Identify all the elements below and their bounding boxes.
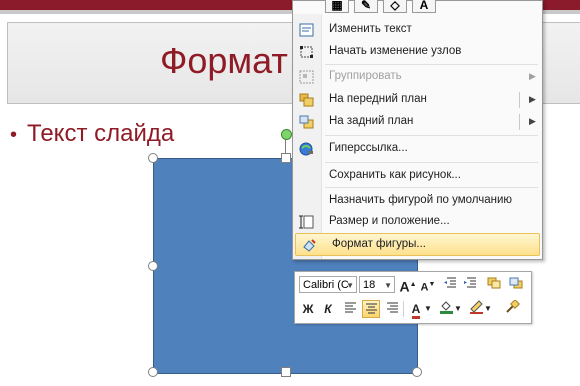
submenu-arrow-icon: ▶	[529, 71, 536, 81]
split-divider	[519, 114, 520, 130]
menu-separator	[325, 135, 538, 136]
menu-item-label: Формат фигуры...	[332, 238, 426, 250]
paint-bucket-icon	[439, 301, 453, 314]
mini-toolbar: Calibri (С ▼ 18 ▼ A▲ A▼ Ж К A ▼ ▼ ▼	[294, 271, 532, 324]
resize-handle-bottom-right[interactable]	[412, 367, 422, 377]
resize-handle-bottom[interactable]	[281, 367, 291, 377]
edit-text-icon	[299, 23, 314, 37]
menu-item-send-to-back[interactable]: На задний план ▶	[293, 111, 542, 133]
format-painter-button[interactable]	[503, 299, 521, 318]
font-size-combo[interactable]: 18 ▼	[359, 276, 395, 293]
font-color-icon: A	[411, 303, 421, 319]
edit-points-icon	[300, 46, 313, 58]
align-right-button[interactable]	[383, 300, 401, 318]
shrink-font-button[interactable]: A▼	[419, 276, 437, 294]
bullet-text: Текст слайда	[27, 120, 175, 147]
font-name-value: Calibri (С	[303, 279, 349, 291]
menu-item-hyperlink[interactable]: Гиперссылка...	[293, 138, 542, 160]
menu-item-edit-points[interactable]: Начать изменение узлов	[293, 41, 542, 63]
submenu-arrow-icon[interactable]: ▶	[529, 94, 536, 105]
increase-indent-icon	[464, 277, 476, 288]
menu-separator	[325, 162, 538, 163]
send-back-icon	[299, 115, 314, 129]
shape-styles-button[interactable]	[485, 276, 503, 294]
menu-item-label: Размер и положение...	[329, 215, 450, 227]
align-left-icon	[344, 302, 356, 313]
resize-handle-bottom-left[interactable]	[148, 367, 158, 377]
align-center-button[interactable]	[362, 300, 380, 318]
toolbar-divider	[403, 301, 404, 317]
menu-item-format-shape[interactable]: Формат фигуры...	[295, 233, 540, 256]
menu-item-save-as-picture[interactable]: Сохранить как рисунок...	[293, 165, 542, 187]
bold-button[interactable]: Ж	[299, 300, 317, 318]
group-icon	[299, 70, 314, 84]
increase-indent-button[interactable]	[461, 276, 479, 294]
format-shape-icon	[303, 239, 316, 252]
italic-button[interactable]: К	[319, 300, 337, 318]
align-center-icon	[365, 303, 377, 314]
menu-item-label: Гиперссылка...	[329, 142, 408, 154]
chevron-down-icon[interactable]: ▼	[346, 277, 354, 294]
bring-front-icon	[299, 93, 314, 107]
menu-separator	[325, 64, 538, 65]
text-style-icon[interactable]: A	[412, 0, 436, 13]
menu-item-bring-to-front[interactable]: На передний план ▶	[293, 89, 542, 111]
arrange-icon	[509, 277, 523, 289]
menu-separator	[325, 187, 538, 188]
menu-item-group[interactable]: Группировать ▶	[293, 66, 542, 88]
arrange-button[interactable]	[507, 276, 525, 294]
menu-top-strip: ▦ ✎ ◇ A	[293, 0, 542, 14]
font-size-value: 18	[363, 279, 376, 291]
shape-style-icon[interactable]: ▦	[325, 0, 349, 13]
shape-outline-icon[interactable]: ◇	[383, 0, 407, 13]
chevron-down-icon[interactable]: ▼	[483, 300, 493, 318]
shape-styles-icon	[487, 277, 501, 289]
chevron-down-icon[interactable]: ▼	[423, 300, 433, 318]
resize-handle-top-left[interactable]	[148, 153, 158, 163]
rotation-stem	[285, 138, 286, 154]
context-menu: ▦ ✎ ◇ A Изменить текст Начать изменение …	[292, 0, 543, 260]
menu-item-label: На передний план	[329, 93, 427, 105]
pencil-outline-icon	[469, 300, 483, 314]
menu-item-set-default-shape[interactable]: Назначить фигурой по умолчанию	[293, 190, 542, 212]
menu-item-label: На задний план	[329, 115, 414, 127]
submenu-arrow-icon[interactable]: ▶	[529, 116, 536, 127]
format-painter-icon	[505, 299, 520, 313]
resize-handle-top[interactable]	[281, 153, 291, 163]
split-divider	[519, 92, 520, 108]
align-left-button[interactable]	[341, 300, 359, 318]
slide-title: Формат	[160, 40, 288, 81]
rotation-handle[interactable]	[281, 129, 292, 140]
shape-fill-icon[interactable]: ✎	[354, 0, 378, 13]
chevron-down-icon[interactable]: ▼	[453, 300, 463, 318]
resize-handle-left[interactable]	[148, 261, 158, 271]
menu-item-label: Сохранить как рисунок...	[329, 169, 461, 181]
shrink-font-icon: A	[420, 281, 429, 294]
align-right-icon	[386, 302, 398, 313]
decrease-indent-icon	[444, 277, 456, 288]
menu-item-label: Группировать	[329, 70, 402, 82]
decrease-indent-button[interactable]	[441, 276, 459, 294]
grow-font-button[interactable]: A▲	[399, 276, 417, 295]
menu-item-label: Изменить текст	[329, 23, 412, 35]
menu-item-label: Начать изменение узлов	[329, 45, 462, 57]
grow-font-icon: A	[399, 278, 410, 295]
menu-item-label: Назначить фигурой по умолчанию	[329, 194, 513, 206]
menu-item-size-position[interactable]: Размер и положение...	[293, 211, 542, 233]
bullet-dot-icon: •	[10, 124, 18, 146]
menu-item-edit-text[interactable]: Изменить текст	[293, 19, 542, 41]
font-name-combo[interactable]: Calibri (С ▼	[299, 276, 357, 293]
hyperlink-icon	[299, 142, 313, 156]
chevron-down-icon[interactable]: ▼	[384, 277, 392, 294]
size-position-icon	[299, 215, 314, 229]
bullet-item[interactable]: • Текст слайда	[10, 120, 174, 148]
